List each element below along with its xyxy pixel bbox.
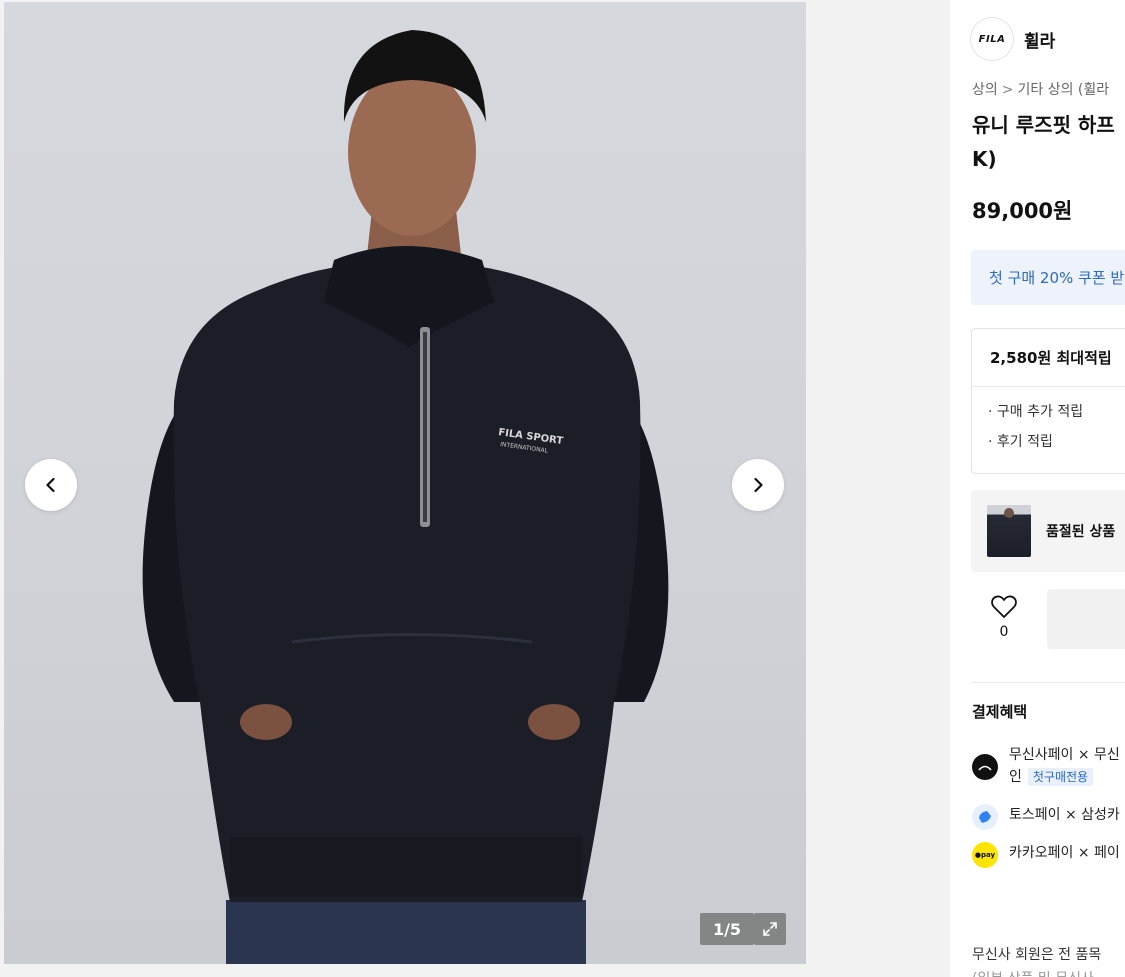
first-purchase-badge: 첫구매전용	[1027, 768, 1094, 786]
payment-row-toss-name: 토스페이 × 삼성카	[1009, 807, 1120, 823]
next-image-button[interactable]	[732, 459, 784, 511]
product-title: 유니 루즈핏 하프 K)	[972, 108, 1125, 176]
coupon-text: 첫 구매 20% 쿠폰 받	[989, 269, 1125, 287]
soldout-text: 품절된 상품	[1046, 524, 1116, 540]
coupon-banner[interactable]: 첫 구매 20% 쿠폰 받	[971, 250, 1125, 305]
section-divider	[971, 682, 1125, 683]
product-image-gallery[interactable]: FILA SPORT INTERNATIONAL 1/5	[4, 2, 806, 964]
product-price: 89,000원	[972, 199, 1073, 223]
points-item-purchase: · 구매 추가 적립	[988, 404, 1084, 420]
chevron-left-icon	[46, 477, 55, 493]
kakao-pay-icon: ●pay	[972, 842, 998, 868]
brand-logo[interactable]: FILA	[970, 17, 1014, 61]
kakao-pay-icon-text: ●pay	[974, 851, 996, 859]
product-title-line1: 유니 루즈핏 하프	[972, 113, 1115, 137]
product-title-line2: K)	[972, 147, 997, 171]
points-item-review: · 후기 적립	[988, 434, 1053, 450]
payment-row-kakao-name: 카카오페이 × 페이	[1009, 845, 1120, 861]
payment-row-musinsa[interactable]: 무신사페이 × 무신 인 첫구매전용	[972, 744, 1120, 788]
payment-row-musinsa-line2: 인	[1009, 769, 1022, 785]
prev-image-button[interactable]	[25, 459, 77, 511]
product-photo: FILA SPORT INTERNATIONAL	[142, 30, 669, 964]
expand-icon	[763, 922, 777, 936]
brand-row[interactable]: FILA 휠라	[970, 17, 1055, 61]
musinsa-pay-icon	[972, 754, 998, 780]
like-button[interactable]: 0	[988, 594, 1020, 640]
chevron-right-icon	[754, 477, 763, 493]
payment-row-toss[interactable]: 토스페이 × 삼성카	[972, 804, 1120, 830]
points-box: 2,580원 최대적립 · 구매 추가 적립 · 후기 적립	[971, 328, 1125, 474]
breadcrumb-item-top[interactable]: 상의	[972, 82, 998, 98]
like-count: 0	[999, 624, 1009, 640]
toss-pay-icon	[972, 804, 998, 830]
brand-name[interactable]: 휠라	[1024, 27, 1055, 52]
product-info-panel: FILA 휠라 상의 > 기타 상의 (휠라 유니 루즈핏 하프 K) 89,000…	[950, 0, 1125, 977]
member-benefit-note: 무신사 회원은 전 품목	[972, 947, 1102, 963]
product-page: FILA SPORT INTERNATIONAL 1/5 FILA 휠라 상의 …	[0, 0, 1125, 977]
expand-image-button[interactable]	[754, 913, 786, 945]
payment-row-kakao[interactable]: ●pay 카카오페이 × 페이	[972, 842, 1120, 868]
breadcrumb-separator-icon: >	[1001, 82, 1014, 98]
breadcrumb-item-sub[interactable]: 기타 상의 (휠라	[1018, 82, 1110, 98]
purchase-button[interactable]	[1047, 589, 1125, 649]
soldout-product-row[interactable]: 품절된 상품	[971, 490, 1125, 572]
brand-logo-text: FILA	[978, 33, 1006, 45]
breadcrumb: 상의 > 기타 상의 (휠라	[972, 79, 1109, 99]
soldout-product-thumbnail	[987, 505, 1031, 557]
payment-benefits-title: 결제혜택	[972, 703, 1028, 721]
image-counter: 1/5	[700, 913, 754, 945]
heart-icon	[991, 595, 1017, 618]
payment-row-musinsa-name: 무신사페이 × 무신	[1009, 747, 1120, 763]
points-header[interactable]: 2,580원 최대적립	[972, 329, 1125, 387]
member-benefit-note-sub: (일부 상품 및 무신사	[972, 968, 1094, 977]
